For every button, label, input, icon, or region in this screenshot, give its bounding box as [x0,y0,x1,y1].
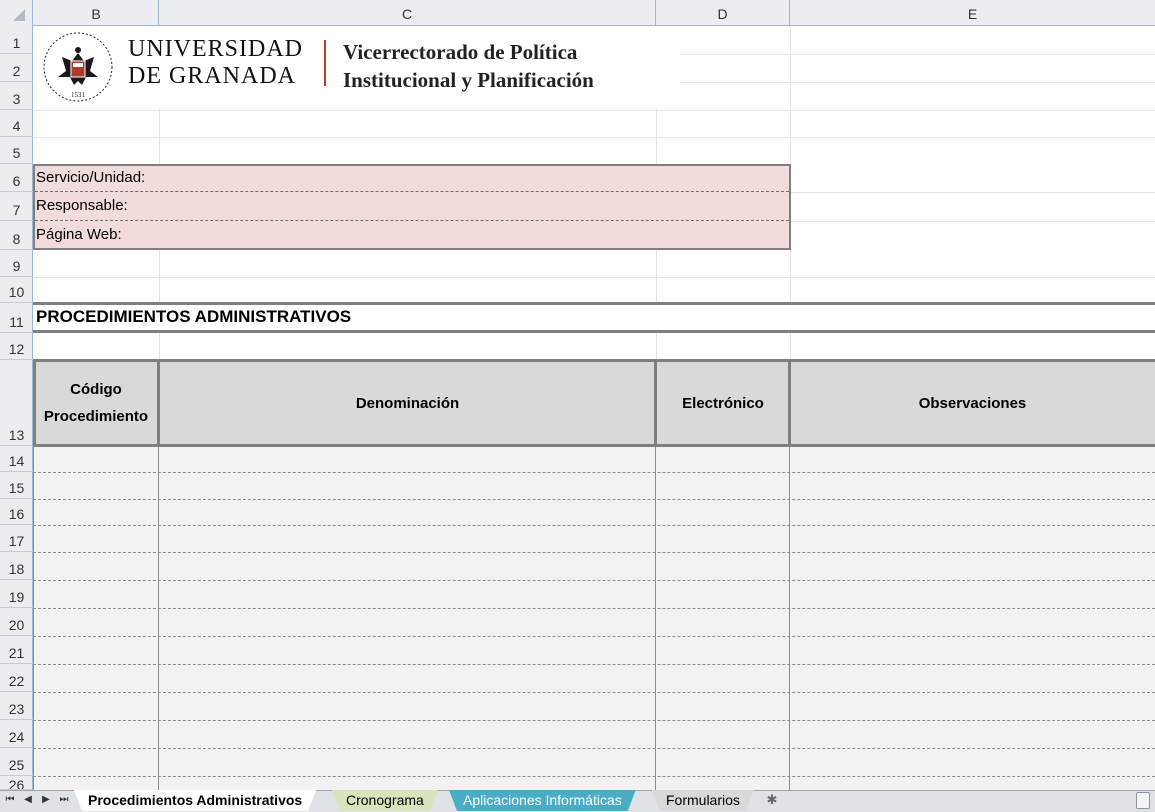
row-header-9[interactable]: 9 [0,250,33,277]
table-row-divider [33,472,1155,473]
vice-rectorate-line1: Vicerrectorado de Política [343,40,578,64]
row-header-10[interactable]: 10 [0,277,33,303]
header-code-line2: Procedimiento [43,408,149,425]
table-border [788,359,791,447]
table-border [33,359,36,447]
row-header-18[interactable]: 18 [0,552,33,580]
select-all-triangle-icon [13,9,25,21]
column-header-b[interactable]: B [34,0,159,26]
university-name-line2: DE GRANADA [128,63,296,89]
table-row-divider [33,552,1155,553]
row-header-25[interactable]: 25 [0,748,33,776]
gridline [34,137,1155,138]
column-header-c[interactable]: C [159,0,656,26]
header-electronic-cell[interactable]: Electrónico [656,359,790,447]
header-observations-cell[interactable]: Observaciones [790,359,1155,447]
row-header-14[interactable]: 14 [0,446,33,472]
table-row-divider [33,748,1155,749]
gridline [34,110,1155,111]
gridline [159,333,160,359]
row-header-1[interactable]: 1 [0,26,33,54]
row-header-19[interactable]: 19 [0,580,33,608]
header-code-cell[interactable]: Código Procedimiento [33,359,159,447]
table-row-divider [33,776,1155,777]
service-unit-cell[interactable]: Servicio/Unidad: [35,164,789,192]
row-header-15[interactable]: 15 [0,472,33,499]
table-column-divider [655,447,656,790]
table-column-divider [33,447,34,790]
table-row-divider [33,525,1155,526]
row-header-6[interactable]: 6 [0,164,33,192]
row-header-3[interactable]: 3 [0,82,33,110]
row-header-23[interactable]: 23 [0,692,33,720]
row-header-24[interactable]: 24 [0,720,33,748]
column-header-d[interactable]: D [656,0,790,26]
row-header-26[interactable]: 26 [0,776,33,790]
next-sheet-icon[interactable]: ▶ [39,792,53,808]
row-header-11[interactable]: 11 [0,303,33,333]
vice-rectorate-line2: Institucional y Planificación [343,68,594,92]
gridline [656,333,657,359]
seal-year: 1531 [71,91,86,99]
table-row-divider [33,499,1155,500]
insert-worksheet-icon[interactable]: ✱ [762,791,782,809]
row-header-17[interactable]: 17 [0,525,33,552]
row-header-13[interactable]: 13 [0,360,33,446]
prev-sheet-icon[interactable]: ◀ [21,792,35,808]
section-title[interactable]: PROCEDIMIENTOS ADMINISTRATIVOS [36,306,351,328]
gridline [790,192,1155,193]
row-header-2[interactable]: 2 [0,54,33,82]
tab-procedimientos-administrativos[interactable]: Procedimientos Administrativos [74,790,316,811]
table-column-divider [789,447,790,790]
row-header-7[interactable]: 7 [0,192,33,221]
row-header-12[interactable]: 12 [0,333,33,360]
table-border [157,359,160,447]
table-row-divider [33,692,1155,693]
tab-aplicaciones-informaticas[interactable]: Aplicaciones Informáticas [449,790,636,811]
header-divider [324,40,326,86]
table-row-divider [33,580,1155,581]
university-name: UNIVERSIDAD DE GRANADA [128,36,303,90]
vice-rectorate-name: Vicerrectorado de Política Institucional… [343,38,594,94]
tab-cronograma[interactable]: Cronograma [332,790,438,811]
gridline [790,221,1155,222]
row-header-5[interactable]: 5 [0,137,33,164]
responsible-cell[interactable]: Responsable: [35,192,789,220]
university-name-line1: UNIVERSIDAD [128,36,303,62]
header-denomination-cell[interactable]: Denominación [159,359,656,447]
table-row-divider [33,720,1155,721]
gridline [34,277,1155,278]
row-header-16[interactable]: 16 [0,499,33,525]
first-sheet-icon[interactable]: ⏮ [3,792,17,808]
gridline [790,333,791,359]
row-header-4[interactable]: 4 [0,110,33,137]
table-border [654,359,657,447]
row-header-21[interactable]: 21 [0,636,33,664]
header-code-line1: Código [70,381,122,398]
table-row-divider [33,664,1155,665]
web-page-cell[interactable]: Página Web: [35,221,789,249]
university-seal-icon: 1531 [43,32,113,102]
column-header-e[interactable]: E [790,0,1155,26]
row-header-22[interactable]: 22 [0,664,33,692]
tab-formularios[interactable]: Formularios [652,790,754,811]
last-sheet-icon[interactable]: ⏭ [57,792,71,808]
table-row-divider [33,608,1155,609]
row-header-20[interactable]: 20 [0,608,33,636]
table-row-divider [33,636,1155,637]
horizontal-scrollbar-thumb[interactable] [1136,792,1150,809]
table-column-divider [158,447,159,790]
row-header-8[interactable]: 8 [0,221,33,250]
